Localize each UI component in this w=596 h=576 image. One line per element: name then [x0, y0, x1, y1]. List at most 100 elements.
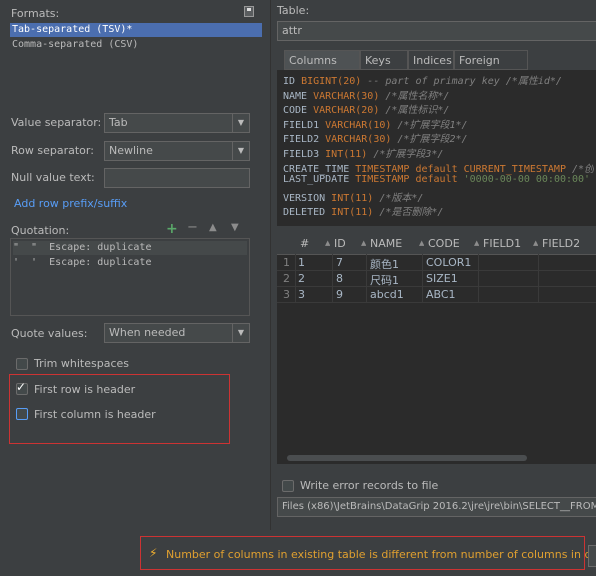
- ddl-column-comment: /*扩展字段3*/: [367, 149, 444, 160]
- sort-icon[interactable]: ▲: [361, 239, 366, 247]
- move-up-icon[interactable]: ▲: [209, 222, 217, 233]
- quotation-label: Quotation:: [11, 224, 70, 237]
- grid-row-divider: [277, 270, 596, 271]
- ddl-line: DELETED INT(11) /*是否删除*/: [283, 203, 594, 218]
- quote-values-select[interactable]: When needed ▼: [104, 323, 250, 343]
- ddl-column-type: VARCHAR(30): [325, 134, 392, 146]
- grid-column-divider: [422, 254, 423, 302]
- ddl-column-comment: /*创: [565, 163, 594, 175]
- ddl-column-comment: /*扩展字段2*/: [391, 134, 468, 146]
- null-value-label: Null value text:: [11, 171, 95, 184]
- add-icon[interactable]: +: [166, 221, 178, 237]
- grid-cell[interactable]: SIZE1: [426, 272, 458, 285]
- grid-column-header[interactable]: NAME: [370, 237, 402, 250]
- grid-column-header[interactable]: #: [300, 237, 309, 250]
- null-value-input[interactable]: [104, 168, 250, 188]
- tab-keys[interactable]: Keys (1): [360, 50, 408, 87]
- grid-cell[interactable]: abcd1: [370, 288, 404, 301]
- table-name-input[interactable]: attr: [277, 21, 596, 41]
- write-error-label: Write error records to file: [300, 479, 439, 492]
- tab-foreign-keys[interactable]: Foreign Keys: [454, 50, 528, 87]
- grid-cell[interactable]: 3: [298, 288, 305, 301]
- save-icon[interactable]: [244, 6, 254, 17]
- right-edge-button[interactable]: [588, 545, 596, 567]
- ddl-column-type: VARCHAR(10): [325, 119, 392, 131]
- grid-row-number[interactable]: 1: [283, 256, 290, 269]
- grid-cell[interactable]: 9: [336, 288, 343, 301]
- sort-icon[interactable]: ▲: [325, 239, 330, 247]
- ddl-column-name: FIELD1: [283, 119, 326, 131]
- ddl-line: CODE VARCHAR(20) /*属性标识*/: [283, 101, 594, 116]
- grid-cell[interactable]: 7: [336, 256, 343, 269]
- ddl-column-type: BIGINT(20): [301, 76, 362, 87]
- grid-row-divider: [277, 286, 596, 287]
- ddl-column-type: VARCHAR(20): [313, 105, 380, 117]
- checkmark-icon: ✓: [16, 380, 27, 394]
- formats-label: Formats:: [11, 7, 60, 20]
- row-separator-label: Row separator:: [11, 144, 94, 157]
- ddl-column-type: INT(11): [325, 149, 368, 160]
- grid-column-divider: [538, 254, 539, 302]
- quote-values-label: Quote values:: [11, 327, 88, 340]
- splitter[interactable]: [270, 0, 271, 530]
- value-separator-label: Value separator:: [11, 116, 102, 129]
- ddl-column-comment: -- part of primary key /*属性id*/: [361, 76, 562, 87]
- ddl-column-name: VERSION: [283, 192, 332, 204]
- trim-whitespaces-checkbox[interactable]: [16, 358, 28, 370]
- ddl-column-comment: '0000-00-00 00:00:00': [457, 174, 591, 186]
- grid-cell[interactable]: COLOR1: [426, 256, 471, 269]
- trim-whitespaces-label: Trim whitespaces: [34, 357, 129, 370]
- ddl-column-name: NAME: [283, 90, 314, 102]
- grid-column-header[interactable]: CODE: [428, 237, 460, 250]
- ddl-column-type: TIMESTAMP default: [355, 174, 458, 186]
- quotation-list: " " Escape: duplicate ' ' Escape: duplic…: [10, 238, 250, 316]
- horizontal-scrollbar[interactable]: [287, 455, 527, 461]
- first-column-header-label: First column is header: [34, 408, 156, 421]
- grid-cell[interactable]: 8: [336, 272, 343, 285]
- add-row-prefix-link[interactable]: Add row prefix/suffix: [14, 197, 127, 210]
- move-down-icon[interactable]: ▼: [231, 222, 239, 233]
- chevron-down-icon: ▼: [232, 142, 249, 160]
- grid-column-header[interactable]: FIELD2: [542, 237, 580, 250]
- quotation-row-single[interactable]: ' ' Escape: duplicate: [13, 256, 247, 270]
- ddl-column-type: INT(11): [331, 192, 374, 204]
- grid-cell[interactable]: ABC1: [426, 288, 456, 301]
- tab-indices[interactable]: Indices: [408, 50, 454, 70]
- remove-icon[interactable]: −: [187, 220, 198, 235]
- grid-row-number[interactable]: 3: [283, 288, 290, 301]
- grid-column-divider: [478, 254, 479, 302]
- ddl-column-name: ID: [283, 76, 302, 87]
- grid-column-header[interactable]: ID: [334, 237, 346, 250]
- quotation-row-double[interactable]: " " Escape: duplicate: [13, 241, 247, 255]
- write-error-checkbox[interactable]: [282, 480, 294, 492]
- ddl-column-name: FIELD3: [283, 149, 326, 160]
- tab-columns[interactable]: Columns (10): [284, 50, 360, 87]
- ddl-column-comment: /*是否删除*/: [373, 207, 444, 219]
- lightning-icon: ⚡: [149, 546, 158, 560]
- format-item-tsv[interactable]: Tab-separated (TSV)*: [10, 23, 262, 37]
- sort-icon[interactable]: ▲: [533, 239, 538, 247]
- first-row-header-label: First row is header: [34, 383, 136, 396]
- first-row-header-checkbox[interactable]: ✓: [16, 380, 28, 395]
- value-separator-select[interactable]: Tab ▼: [104, 113, 250, 133]
- grid-row-number[interactable]: 2: [283, 272, 290, 285]
- grid-cell[interactable]: 2: [298, 272, 305, 285]
- ddl-column-comment: /*属性标识*/: [379, 105, 450, 117]
- grid-row-divider: [277, 302, 596, 303]
- row-separator-select[interactable]: Newline ▼: [104, 141, 250, 161]
- error-file-path-input[interactable]: Files (x86)\JetBrains\DataGrip 2016.2\jr…: [277, 497, 596, 517]
- ddl-line: FIELD1 VARCHAR(10) /*扩展字段1*/: [283, 116, 594, 131]
- sort-icon[interactable]: ▲: [419, 239, 424, 247]
- grid-cell[interactable]: 1: [298, 256, 305, 269]
- ddl-column-type: TIMESTAMP default CURRENT_TIMESTAMP: [355, 163, 566, 175]
- warning-text: Number of columns in existing table is d…: [166, 548, 596, 561]
- grid-column-divider: [295, 254, 296, 302]
- ddl-line: ID BIGINT(20) -- part of primary key /*属…: [283, 72, 594, 87]
- grid-column-divider: [332, 254, 333, 302]
- first-column-header-checkbox[interactable]: [16, 408, 28, 420]
- format-item-csv[interactable]: Comma-separated (CSV): [10, 38, 262, 52]
- sort-icon[interactable]: ▲: [474, 239, 479, 247]
- value-separator-value: Tab: [109, 116, 128, 129]
- ddl-line: LAST_UPDATE TIMESTAMP default '0000-00-0…: [283, 174, 594, 185]
- grid-column-header[interactable]: FIELD1: [483, 237, 521, 250]
